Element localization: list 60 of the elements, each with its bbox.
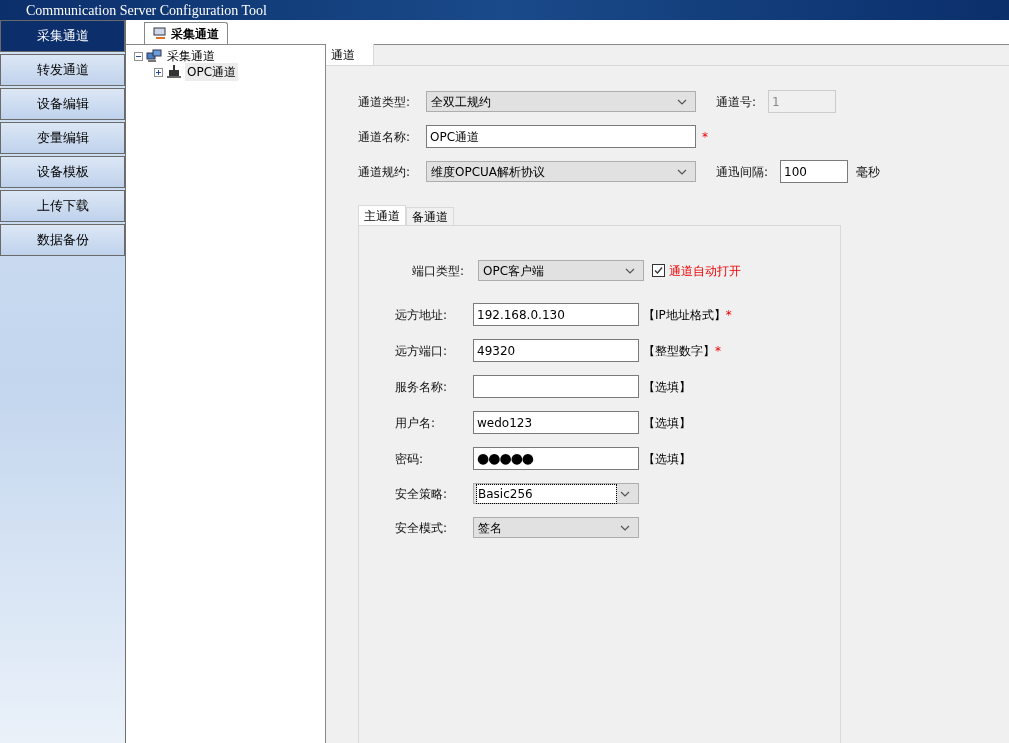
dropdown[interactable]: Basic256 <box>473 483 639 504</box>
tree-item[interactable]: OPC通道 <box>185 63 239 81</box>
required-mark: * <box>725 306 732 324</box>
nav-button[interactable]: 数据备份 <box>0 224 125 256</box>
tree-item[interactable]: 采集通道 <box>165 47 217 65</box>
nav-button[interactable]: 设备模板 <box>0 156 125 188</box>
unit-label: 毫秒 <box>856 163 880 181</box>
chevron-down-icon <box>677 168 687 175</box>
required-mark: * <box>715 342 721 360</box>
dropdown[interactable]: OPC客户端 <box>478 260 644 281</box>
panel-tab[interactable]: 通道 <box>326 44 374 65</box>
checkbox[interactable] <box>652 264 665 277</box>
nav-button[interactable]: 采集通道 <box>0 20 125 52</box>
chevron-down-icon <box>625 267 635 274</box>
chevron-down-icon <box>620 524 630 531</box>
expand-icon[interactable] <box>154 67 163 77</box>
hint-text: 【选填】 <box>643 450 691 468</box>
input-field[interactable]: 192.168.0.130 <box>473 303 639 326</box>
computers-icon <box>146 49 162 63</box>
chevron-down-icon <box>620 490 630 497</box>
field-label: 通道号: <box>716 93 758 111</box>
field-label: 通道规约: <box>358 163 412 181</box>
sub-tab[interactable]: 备通道 <box>406 207 454 225</box>
hint-text: 【选填】 <box>643 378 691 396</box>
field-label: 远方端口: <box>395 342 449 360</box>
input-field[interactable]: 100 <box>780 160 848 183</box>
chevron-down-icon <box>677 98 687 105</box>
input-field[interactable]: 49320 <box>473 339 639 362</box>
hint-text: 【选填】 <box>643 414 691 432</box>
field-label: 通道名称: <box>358 128 412 146</box>
nav-button[interactable]: 变量编辑 <box>0 122 125 154</box>
computer-icon <box>153 27 167 40</box>
dropdown[interactable]: 签名 <box>473 517 639 538</box>
field-label: 通道类型: <box>358 93 412 111</box>
dropdown[interactable]: 全双工规约 <box>426 91 696 112</box>
nav-button[interactable]: 设备编辑 <box>0 88 125 120</box>
password-field[interactable]: ●●●●● <box>473 447 639 470</box>
required-mark: * <box>702 128 708 146</box>
field-label: 远方地址: <box>395 306 449 324</box>
field-label: 密码: <box>395 450 425 468</box>
input-field[interactable]: wedo123 <box>473 411 639 434</box>
dropdown[interactable]: 维度OPCUA解析协议 <box>426 161 696 182</box>
connector-icon <box>166 65 182 79</box>
field-label: 安全策略: <box>395 485 449 503</box>
field-label: 服务名称: <box>395 378 449 396</box>
input-field[interactable]: OPC通道 <box>426 125 696 148</box>
field-label: 安全模式: <box>395 519 449 537</box>
field-label: 通迅间隔: <box>716 163 770 181</box>
field-label: 端口类型: <box>411 262 466 280</box>
collapse-icon[interactable] <box>134 51 143 61</box>
checkbox-label: 通道自动打开 <box>669 262 741 280</box>
document-tab[interactable]: 采集通道 <box>144 22 228 44</box>
sub-tab[interactable]: 主通道 <box>358 205 406 225</box>
nav-button[interactable]: 转发通道 <box>0 54 125 86</box>
nav-button[interactable]: 上传下载 <box>0 190 125 222</box>
hint-text: 【整型数字】 <box>643 342 715 360</box>
field-label: 用户名: <box>395 414 437 432</box>
window-title: Communication Server Configuration Tool <box>26 2 267 20</box>
input-field[interactable] <box>473 375 639 398</box>
hint-text: 【IP地址格式】 <box>643 306 726 324</box>
